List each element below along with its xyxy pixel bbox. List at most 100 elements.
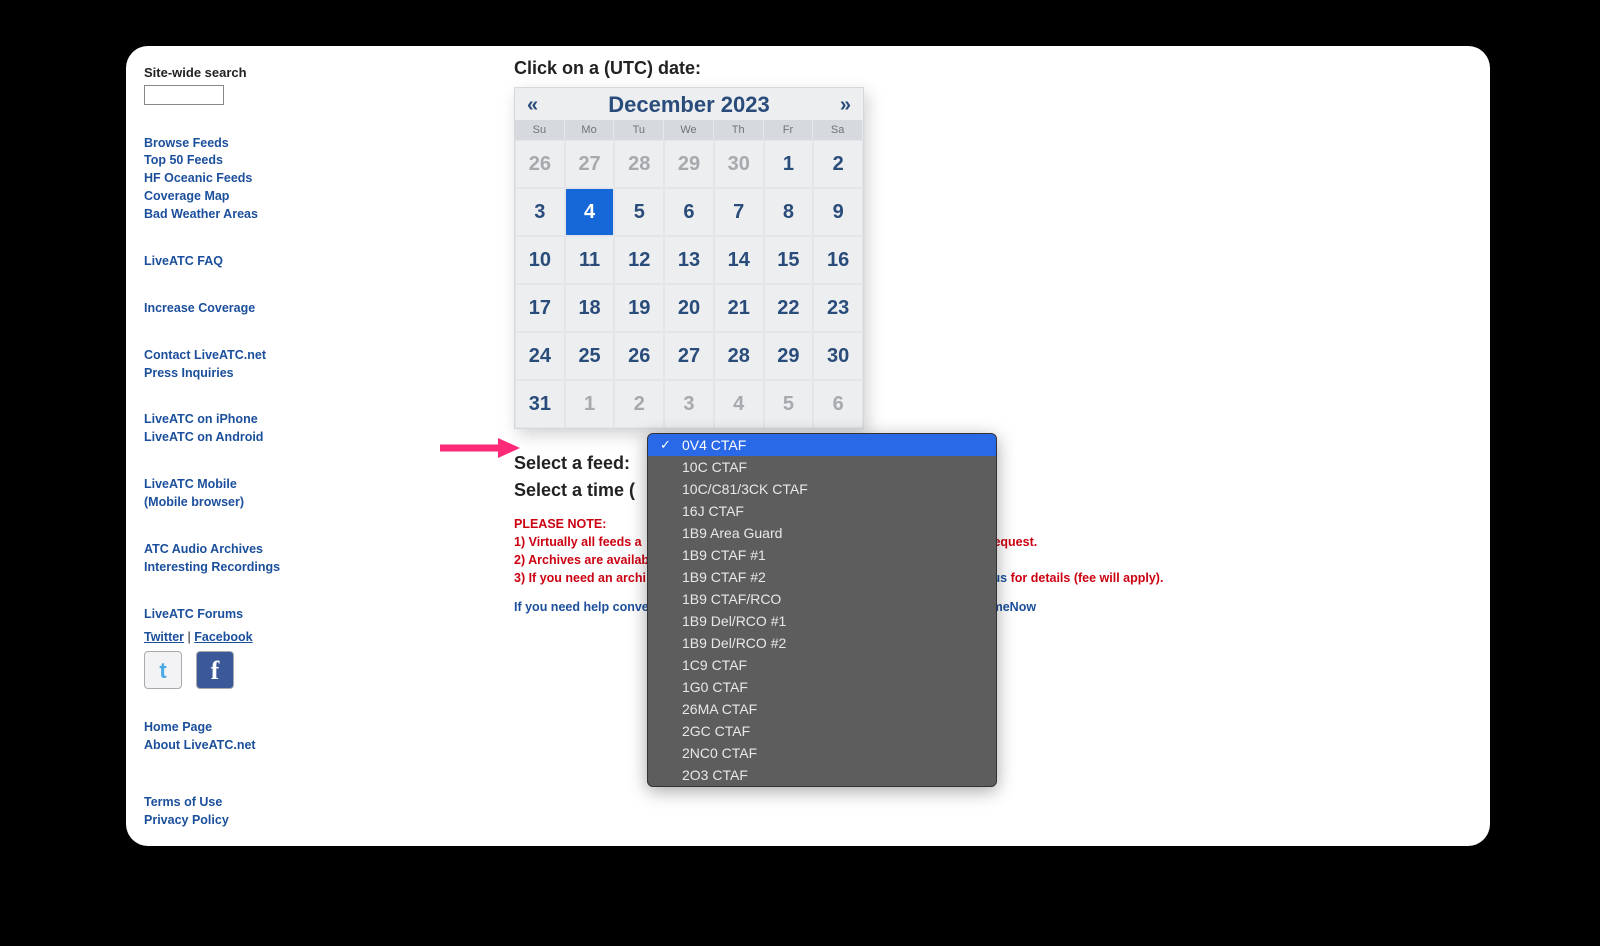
calendar-day[interactable]: 3 (515, 188, 565, 236)
link-liveatc-mobile[interactable]: LiveATC Mobile (144, 476, 344, 493)
feed-option[interactable]: 26MA CTAF (648, 698, 996, 720)
calendar-day[interactable]: 5 (614, 188, 664, 236)
calendar-day[interactable]: 21 (714, 284, 764, 332)
calendar-day[interactable]: 6 (664, 188, 714, 236)
annotation-arrow-icon (440, 436, 520, 460)
calendar-day[interactable]: 8 (764, 188, 814, 236)
link-facebook[interactable]: Facebook (194, 630, 252, 644)
calendar-day[interactable]: 7 (714, 188, 764, 236)
nav-link[interactable]: Top 50 Feeds (144, 152, 344, 169)
facebook-icon[interactable]: f (196, 651, 234, 689)
nav-link[interactable]: Bad Weather Areas (144, 206, 344, 223)
calendar-day[interactable]: 24 (515, 332, 565, 380)
feed-option[interactable]: 10C/C81/3CK CTAF (648, 478, 996, 500)
calendar-dow: Mo (565, 120, 615, 140)
nav-link[interactable]: Contact LiveATC.net (144, 347, 344, 364)
nav-link[interactable]: LiveATC FAQ (144, 253, 344, 270)
nav-group-coverage: Increase Coverage (144, 300, 344, 317)
site-search-input[interactable] (144, 85, 224, 105)
link-twitter[interactable]: Twitter (144, 630, 184, 644)
calendar-day[interactable]: 14 (714, 236, 764, 284)
feed-option[interactable]: 10C CTAF (648, 456, 996, 478)
nav-link[interactable]: Home Page (144, 719, 344, 736)
calendar-dow-row: SuMoTuWeThFrSa (515, 120, 863, 140)
nav-link[interactable]: Coverage Map (144, 188, 344, 205)
nav-group-forums: LiveATC Forums (144, 606, 344, 623)
calendar-day[interactable]: 6 (813, 380, 863, 428)
calendar-day[interactable]: 4 (714, 380, 764, 428)
calendar-day[interactable]: 29 (764, 332, 814, 380)
nav-link[interactable]: LiveATC Forums (144, 606, 344, 623)
feed-option[interactable]: 1C9 CTAF (648, 654, 996, 676)
feed-option[interactable]: 1B9 Area Guard (648, 522, 996, 544)
nav-link[interactable]: LiveATC on iPhone (144, 411, 344, 428)
convert-a: If you need help conve (514, 600, 649, 614)
search-label: Site-wide search (144, 64, 344, 82)
calendar-day[interactable]: 2 (614, 380, 664, 428)
calendar-title: December 2023 (608, 92, 769, 118)
calendar-day[interactable]: 9 (813, 188, 863, 236)
nav-link[interactable]: ATC Audio Archives (144, 541, 344, 558)
nav-group-home: Home PageAbout LiveATC.net (144, 719, 344, 754)
calendar-day[interactable]: 25 (565, 332, 615, 380)
nav-link[interactable]: HF Oceanic Feeds (144, 170, 344, 187)
calendar-day[interactable]: 10 (515, 236, 565, 284)
calendar-day[interactable]: 23 (813, 284, 863, 332)
nav-link[interactable]: LiveATC on Android (144, 429, 344, 446)
feed-option[interactable]: 1B9 Del/RCO #2 (648, 632, 996, 654)
calendar-day[interactable]: 2 (813, 140, 863, 188)
calendar-day[interactable]: 19 (614, 284, 664, 332)
calendar-prev[interactable]: « (527, 94, 538, 117)
nav-link[interactable]: Terms of Use (144, 794, 344, 811)
calendar-day[interactable]: 13 (664, 236, 714, 284)
feed-option[interactable]: 2NC0 CTAF (648, 742, 996, 764)
feed-select-dropdown[interactable]: 0V4 CTAF10C CTAF10C/C81/3CK CTAF16J CTAF… (647, 433, 997, 787)
calendar-day[interactable]: 28 (714, 332, 764, 380)
feed-option[interactable]: 16J CTAF (648, 500, 996, 522)
calendar-day[interactable]: 28 (614, 140, 664, 188)
nav-link[interactable]: Browse Feeds (144, 135, 344, 152)
calendar-day[interactable]: 5 (764, 380, 814, 428)
calendar-day[interactable]: 1 (565, 380, 615, 428)
calendar-day[interactable]: 30 (714, 140, 764, 188)
calendar-day[interactable]: 22 (764, 284, 814, 332)
feed-option[interactable]: 2O3 CTAF (648, 764, 996, 786)
calendar-next[interactable]: » (840, 94, 851, 117)
nav-link[interactable]: Privacy Policy (144, 812, 344, 829)
calendar-day[interactable]: 26 (614, 332, 664, 380)
feed-option[interactable]: 1B9 Del/RCO #1 (648, 610, 996, 632)
calendar-day[interactable]: 11 (565, 236, 615, 284)
calendar-day[interactable]: 4 (565, 188, 615, 236)
nav-link[interactable]: Increase Coverage (144, 300, 344, 317)
nav-group-contact: Contact LiveATC.netPress Inquiries (144, 347, 344, 382)
calendar-day[interactable]: 20 (664, 284, 714, 332)
calendar-day[interactable]: 17 (515, 284, 565, 332)
feed-option[interactable]: 1G0 CTAF (648, 676, 996, 698)
calendar-day[interactable]: 30 (813, 332, 863, 380)
calendar-day[interactable]: 3 (664, 380, 714, 428)
nav-link[interactable]: Interesting Recordings (144, 559, 344, 576)
feed-option[interactable]: 2GC CTAF (648, 720, 996, 742)
feed-option[interactable]: 1B9 CTAF/RCO (648, 588, 996, 610)
note-3a: 3) If you need an archi (514, 571, 646, 585)
nav-link[interactable]: About LiveATC.net (144, 737, 344, 754)
calendar-day[interactable]: 16 (813, 236, 863, 284)
calendar-day[interactable]: 27 (565, 140, 615, 188)
feed-option[interactable]: 1B9 CTAF #1 (648, 544, 996, 566)
calendar-day[interactable]: 29 (664, 140, 714, 188)
calendar-day[interactable]: 15 (764, 236, 814, 284)
calendar-dow: Sa (813, 120, 863, 140)
calendar-day[interactable]: 12 (614, 236, 664, 284)
calendar-day[interactable]: 31 (515, 380, 565, 428)
calendar-dow: Tu (614, 120, 664, 140)
nav-link[interactable]: Press Inquiries (144, 365, 344, 382)
twitter-icon[interactable]: t (144, 651, 182, 689)
calendar-day[interactable]: 1 (764, 140, 814, 188)
calendar-day[interactable]: 27 (664, 332, 714, 380)
feed-option[interactable]: 1B9 CTAF #2 (648, 566, 996, 588)
calendar-day[interactable]: 26 (515, 140, 565, 188)
sidebar: Site-wide search Browse FeedsTop 50 Feed… (144, 64, 344, 846)
calendar-day[interactable]: 18 (565, 284, 615, 332)
calendar-dow: Su (515, 120, 565, 140)
feed-option[interactable]: 0V4 CTAF (648, 434, 996, 456)
